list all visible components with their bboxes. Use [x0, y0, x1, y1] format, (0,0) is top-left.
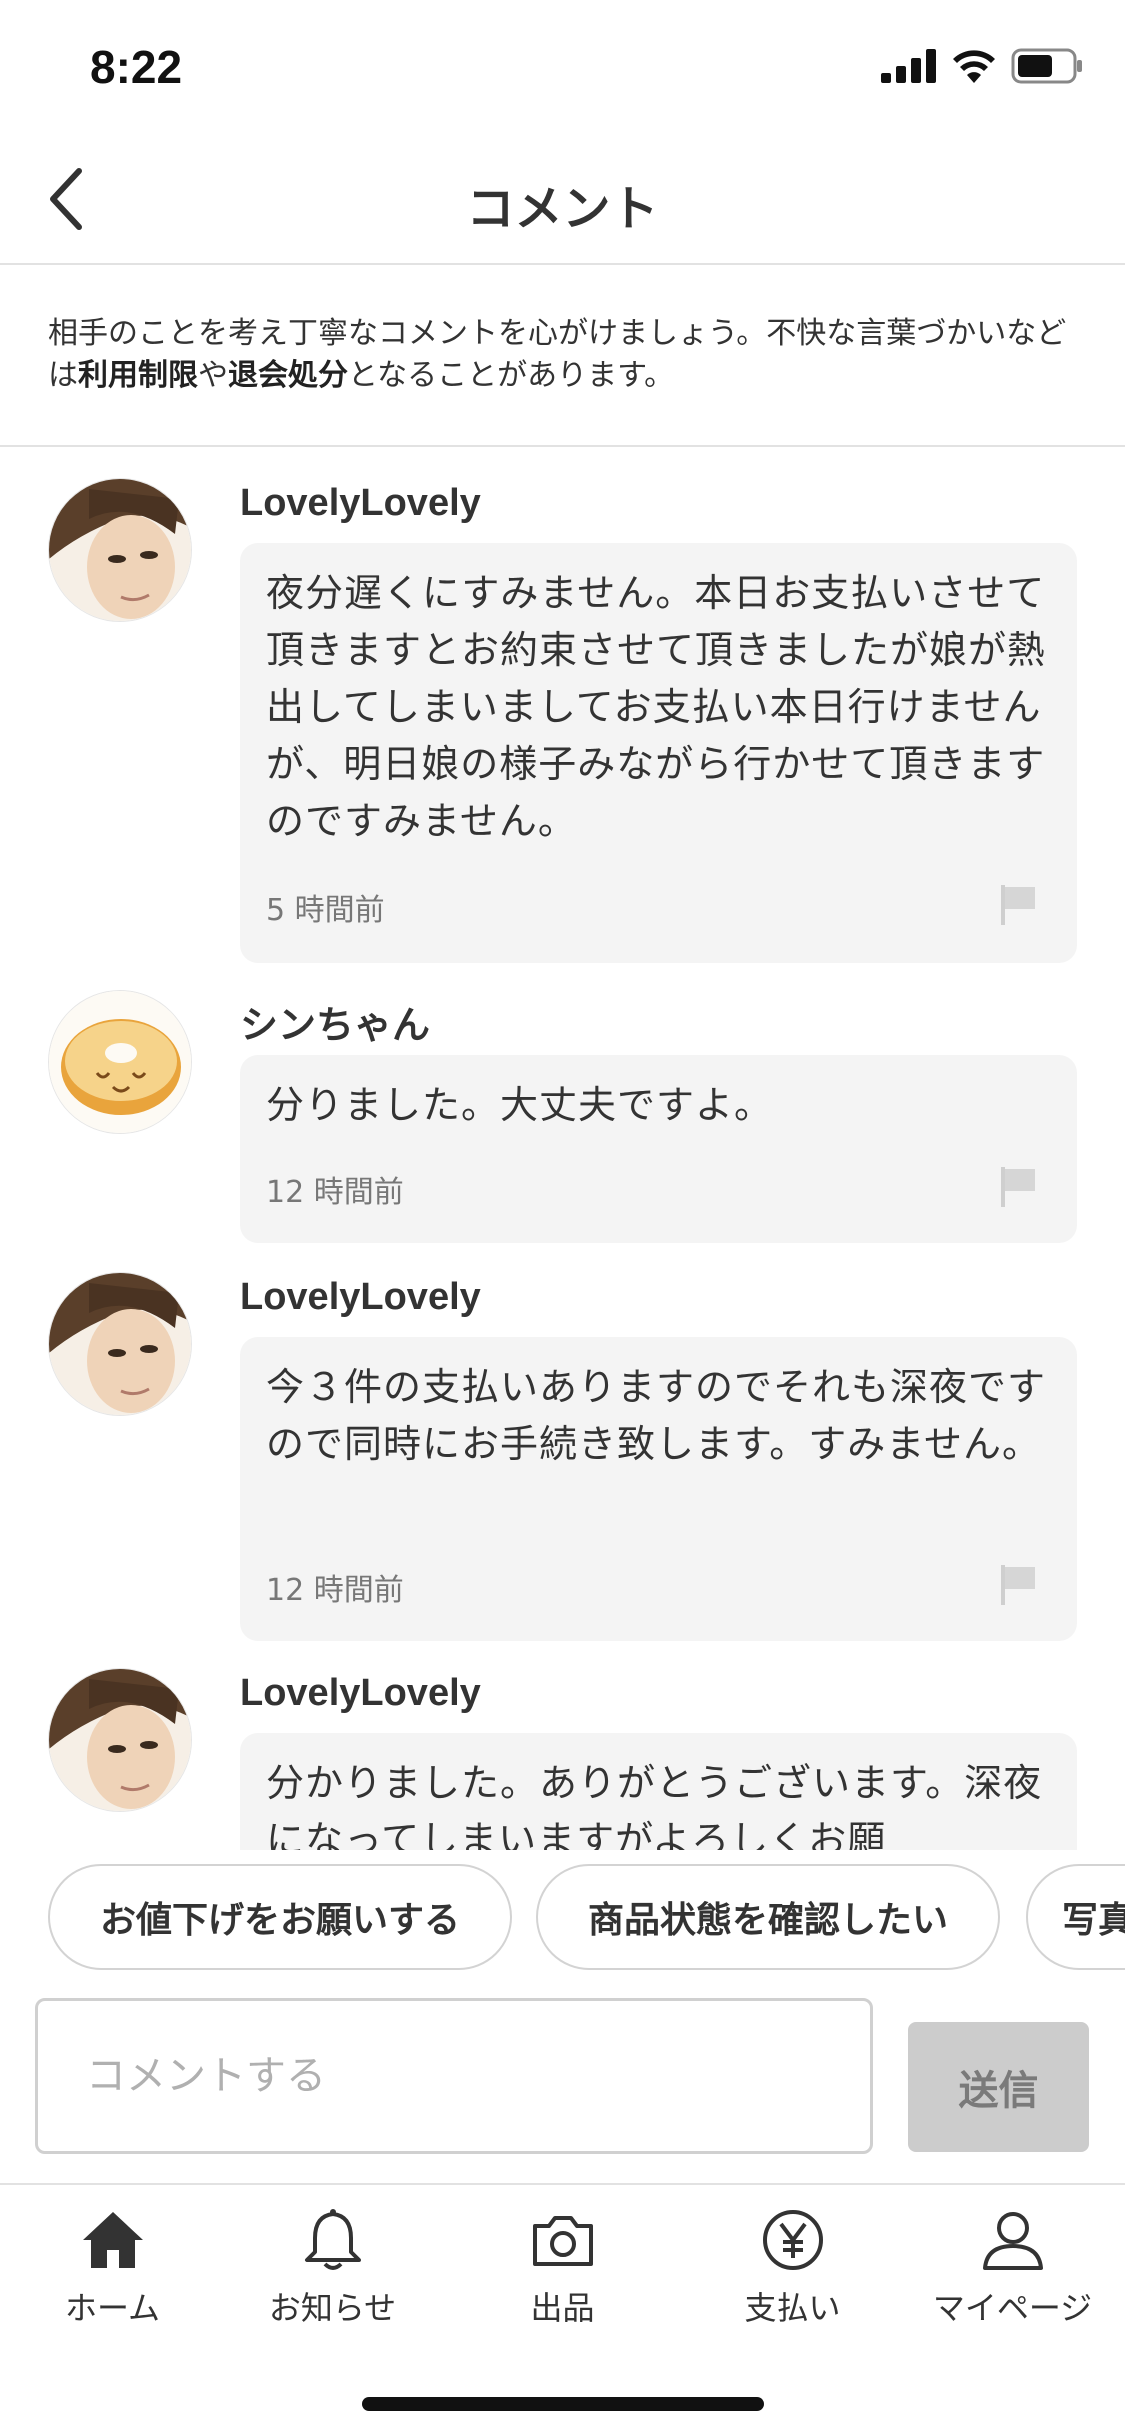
- page-title: コメント: [466, 181, 659, 237]
- comment-username[interactable]: LovelyLovely: [240, 482, 481, 525]
- flag-icon[interactable]: [999, 1563, 1039, 1607]
- home-indicator: [362, 2397, 764, 2411]
- person-icon: [982, 2212, 1043, 2270]
- notice-usage-restriction: 利用制限: [78, 358, 198, 393]
- flag-icon[interactable]: [999, 1165, 1039, 1209]
- comment-notice: 相手のことを考え丁寧なコメントを心がけましょう。不快な言葉づかいなどは利用制限や…: [0, 267, 1125, 447]
- comment-username[interactable]: シンちゃん: [240, 994, 430, 1049]
- comment-bubble: 分りました。大丈夫ですよ。 12 時間前: [240, 1055, 1077, 1243]
- tab-label: 支払い: [744, 2289, 841, 2327]
- comment-time: 12 時間前: [266, 1175, 404, 1210]
- tab-label: 出品: [530, 2289, 595, 2327]
- status-icons: [881, 48, 1083, 84]
- wifi-icon: [953, 50, 995, 83]
- quick-reply-photo[interactable]: 写真: [1026, 1864, 1125, 1970]
- status-bar: 8:22: [0, 0, 1125, 135]
- comment-bubble: 今３件の支払いありますのでそれも深夜ですので同時にお手続き致します。すみません。…: [240, 1337, 1077, 1641]
- notice-text-end: となることがあります。: [348, 358, 675, 393]
- quick-reply-bar[interactable]: お値下げをお願いする 商品状態を確認したい 写真: [0, 1850, 1125, 1970]
- tab-label: マイページ: [932, 2289, 1093, 2327]
- comment-text: 今３件の支払いありますのでそれも深夜ですので同時にお手続き致します。すみません。: [266, 1365, 1047, 1466]
- comment-input[interactable]: [35, 1998, 873, 2154]
- comment-list[interactable]: LovelyLovely 夜分遅くにすみません。本日お支払いさせて頂きますとお約…: [0, 448, 1125, 1948]
- tab-notifications[interactable]: お知らせ: [220, 2205, 445, 2335]
- comment-composer: 送信: [0, 1970, 1125, 2185]
- comment-text: 分りました。大丈夫ですよ。: [266, 1083, 774, 1127]
- portrait-avatar[interactable]: [48, 478, 192, 622]
- status-time: 8:22: [90, 41, 183, 93]
- comment-time: 5 時間前: [266, 893, 385, 928]
- tab-payment[interactable]: 支払い: [680, 2205, 905, 2335]
- tab-bar: ホーム お知らせ 出品 支払い マイページ: [0, 2187, 1125, 2436]
- tab-label: ホーム: [64, 2289, 161, 2327]
- portrait-avatar[interactable]: [48, 1272, 192, 1416]
- comment-item: LovelyLovely 夜分遅くにすみません。本日お支払いさせて頂きますとお約…: [0, 478, 1125, 963]
- yen-icon: [762, 2210, 823, 2270]
- nav-bar: コメント: [0, 135, 1125, 265]
- battery-icon: [1011, 48, 1082, 84]
- comment-time: 12 時間前: [266, 1573, 404, 1608]
- tab-sell[interactable]: 出品: [450, 2205, 675, 2335]
- tab-home[interactable]: ホーム: [0, 2205, 225, 2335]
- quick-reply-condition[interactable]: 商品状態を確認したい: [536, 1864, 1000, 1970]
- tab-label: お知らせ: [268, 2289, 397, 2327]
- comment-item: LovelyLovely 今３件の支払いありますのでそれも深夜ですので同時にお手…: [0, 1272, 1125, 1662]
- camera-icon: [532, 2216, 593, 2266]
- quick-reply-price-drop[interactable]: お値下げをお願いする: [48, 1864, 512, 1970]
- notice-account-termination: 退会処分: [228, 358, 348, 393]
- notice-text-mid: や: [198, 358, 228, 393]
- flag-icon[interactable]: [999, 883, 1039, 927]
- comment-item: シンちゃん 分りました。大丈夫ですよ。 12 時間前: [0, 990, 1125, 1250]
- comment-username[interactable]: LovelyLovely: [240, 1672, 481, 1715]
- home-icon: [82, 2212, 143, 2268]
- comment-bubble: 夜分遅くにすみません。本日お支払いさせて頂きますとお約束させて頂きましたが娘が熱…: [240, 543, 1077, 963]
- portrait-avatar[interactable]: [48, 1668, 192, 1812]
- bell-icon: [304, 2209, 361, 2270]
- signal-icon: [881, 49, 936, 83]
- comment-username[interactable]: LovelyLovely: [240, 1276, 481, 1319]
- comment-text: 夜分遅くにすみません。本日お支払いさせて頂きますとお約束させて頂きましたが娘が熱…: [266, 571, 1047, 843]
- tab-mypage[interactable]: マイページ: [900, 2205, 1125, 2335]
- send-button[interactable]: 送信: [908, 2022, 1089, 2152]
- baumkuchen-avatar[interactable]: [48, 990, 192, 1134]
